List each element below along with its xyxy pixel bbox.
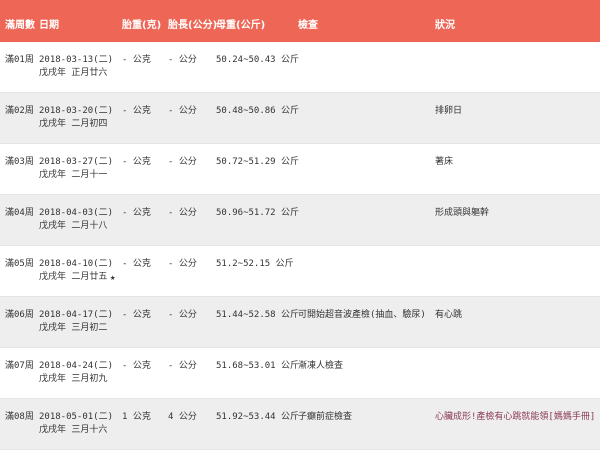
fetal-weight-cell: - 公克 bbox=[122, 310, 151, 320]
status-cell: 著床 bbox=[435, 157, 454, 167]
header-check: 檢查 bbox=[298, 20, 318, 31]
table-row: 滿08周 2018-05-01(二) 戊戌年 三月十六 1 公克 4 公分 51… bbox=[0, 399, 600, 450]
date-cell: 2018-04-24(二) bbox=[39, 361, 114, 371]
table-row: 滿07周 2018-04-24(二) 戊戌年 三月初九 - 公克 - 公分 51… bbox=[0, 348, 600, 399]
check-cell: 可開始超音波產檢(抽血、驗尿) bbox=[298, 310, 426, 320]
header-fetal-weight: 胎重(克) bbox=[122, 20, 162, 31]
mother-weight-cell: 50.96~51.72 公斤 bbox=[216, 208, 300, 218]
fetal-weight-cell: - 公克 bbox=[122, 157, 151, 167]
table-row: 滿01周 2018-03-13(二) 戊戌年 正月廿六 - 公克 - 公分 50… bbox=[0, 42, 600, 93]
mother-weight-cell: 51.68~53.01 公斤 bbox=[216, 361, 300, 371]
fetal-length-cell: - 公分 bbox=[168, 310, 197, 320]
week-cell: 滿05周 bbox=[5, 259, 34, 269]
table-row: 滿02周 2018-03-20(二) 戊戌年 二月初四 - 公克 - 公分 50… bbox=[0, 93, 600, 144]
date-cell: 2018-04-03(二) bbox=[39, 208, 114, 218]
check-cell: 子癲前症檢查 bbox=[298, 412, 353, 422]
lunar-date-cell: 戊戌年 正月廿六 bbox=[39, 68, 108, 78]
fetal-length-cell: 4 公分 bbox=[168, 412, 197, 422]
fetal-length-cell: - 公分 bbox=[168, 55, 197, 65]
lunar-date-cell: 戊戌年 二月廿五 bbox=[39, 272, 108, 282]
fetal-length-cell: - 公分 bbox=[168, 106, 197, 116]
table-row: 滿04周 2018-04-03(二) 戊戌年 二月十八 - 公克 - 公分 50… bbox=[0, 195, 600, 246]
status-cell: 排卵日 bbox=[435, 106, 463, 116]
mother-weight-cell: 51.44~52.58 公斤 bbox=[216, 310, 300, 320]
status-cell: 形成頭與軀幹 bbox=[435, 208, 490, 218]
fetal-weight-cell: - 公克 bbox=[122, 55, 151, 65]
date-cell: 2018-05-01(二) bbox=[39, 412, 114, 422]
date-cell: 2018-04-17(二) bbox=[39, 310, 114, 320]
week-cell: 滿07周 bbox=[5, 361, 34, 371]
week-cell: 滿06周 bbox=[5, 310, 34, 320]
mother-weight-cell: 50.24~50.43 公斤 bbox=[216, 55, 300, 65]
week-cell: 滿01周 bbox=[5, 55, 34, 65]
status-cell[interactable]: 心臟成形!產檢有心跳就能領[媽媽手冊] bbox=[435, 411, 595, 423]
header-status: 狀況 bbox=[435, 20, 455, 31]
fetal-weight-cell: - 公克 bbox=[122, 208, 151, 218]
header-week: 滿周數 bbox=[5, 20, 35, 31]
header-mother-weight: 母重(公斤) bbox=[216, 20, 266, 31]
date-cell: 2018-03-13(二) bbox=[39, 55, 114, 65]
date-cell: 2018-03-27(二) bbox=[39, 157, 114, 167]
mother-weight-cell: 50.72~51.29 公斤 bbox=[216, 157, 300, 167]
fetal-length-cell: - 公分 bbox=[168, 157, 197, 167]
fetal-weight-cell: 1 公克 bbox=[122, 412, 151, 422]
lunar-date-cell: 戊戌年 三月初九 bbox=[39, 374, 108, 384]
fetal-length-cell: - 公分 bbox=[168, 259, 197, 269]
status-cell: 有心跳 bbox=[435, 310, 463, 320]
fetal-length-cell: - 公分 bbox=[168, 208, 197, 218]
table-row: 滿05周 2018-04-10(二) 戊戌年 二月廿五 ★ - 公克 - 公分 … bbox=[0, 246, 600, 297]
table-header: 滿周數 日期 胎重(克) 胎長(公分) 母重(公斤) 檢查 狀況 bbox=[0, 0, 600, 42]
date-cell: 2018-03-20(二) bbox=[39, 106, 114, 116]
header-fetal-length: 胎長(公分) bbox=[168, 20, 218, 31]
check-cell: 漸凍人檢查 bbox=[298, 361, 344, 371]
lunar-date-cell: 戊戌年 三月十六 bbox=[39, 425, 108, 435]
mother-weight-cell: 50.48~50.86 公斤 bbox=[216, 106, 300, 116]
pregnancy-week-table: 滿周數 日期 胎重(克) 胎長(公分) 母重(公斤) 檢查 狀況 滿01周 20… bbox=[0, 0, 600, 450]
week-cell: 滿02周 bbox=[5, 106, 34, 116]
lunar-date-cell: 戊戌年 二月十八 bbox=[39, 221, 108, 231]
week-cell: 滿04周 bbox=[5, 208, 34, 218]
mother-weight-cell: 51.2~52.15 公斤 bbox=[216, 259, 294, 269]
table-row: 滿06周 2018-04-17(二) 戊戌年 三月初二 - 公克 - 公分 51… bbox=[0, 297, 600, 348]
header-date: 日期 bbox=[39, 20, 59, 31]
table-row: 滿03周 2018-03-27(二) 戊戌年 二月十一 - 公克 - 公分 50… bbox=[0, 144, 600, 195]
mother-weight-cell: 51.92~53.44 公斤 bbox=[216, 412, 300, 422]
star-icon: ★ bbox=[110, 273, 116, 283]
lunar-date-cell: 戊戌年 二月十一 bbox=[39, 170, 108, 180]
fetal-weight-cell: - 公克 bbox=[122, 361, 151, 371]
week-cell: 滿08周 bbox=[5, 412, 34, 422]
week-cell: 滿03周 bbox=[5, 157, 34, 167]
lunar-date-cell: 戊戌年 二月初四 bbox=[39, 119, 108, 129]
fetal-weight-cell: - 公克 bbox=[122, 106, 151, 116]
fetal-length-cell: - 公分 bbox=[168, 361, 197, 371]
fetal-weight-cell: - 公克 bbox=[122, 259, 151, 269]
lunar-date-cell: 戊戌年 三月初二 bbox=[39, 323, 108, 333]
date-cell: 2018-04-10(二) bbox=[39, 259, 114, 269]
